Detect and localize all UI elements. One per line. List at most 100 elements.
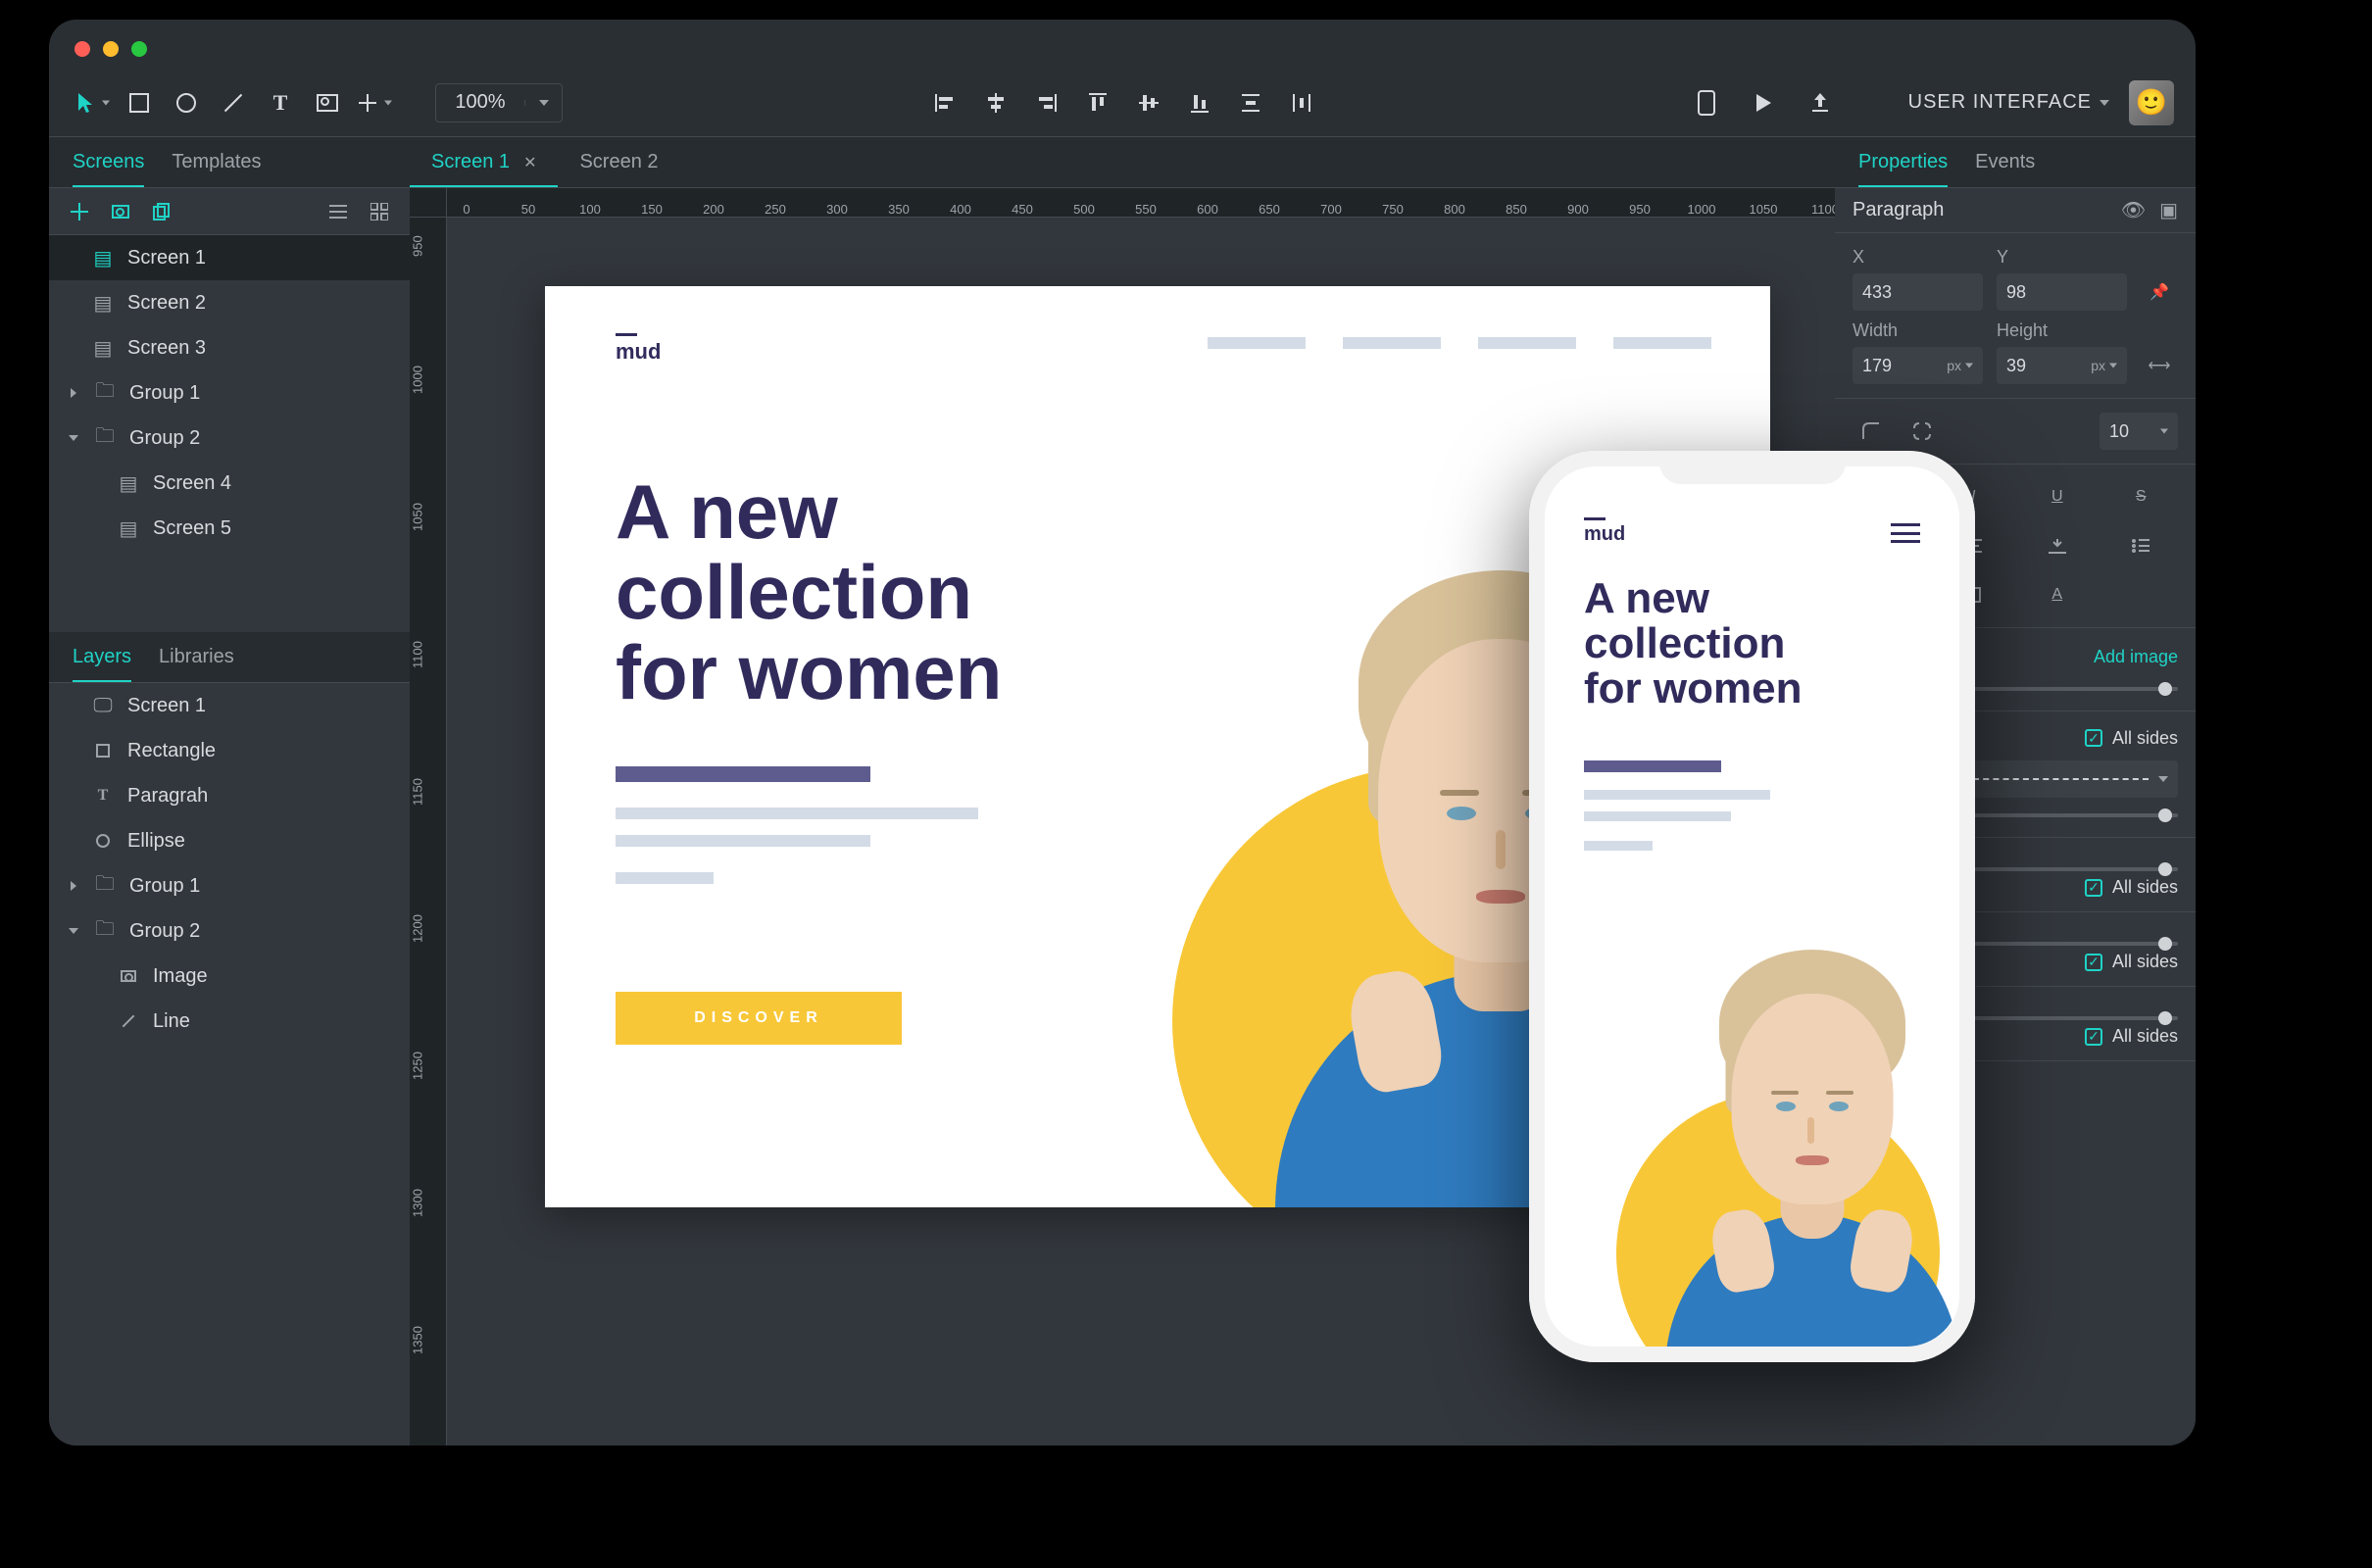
y-label: Y	[1997, 247, 2127, 268]
list-button[interactable]	[2104, 527, 2179, 564]
screen-item-screen4[interactable]: ▤Screen 4	[49, 461, 410, 506]
maximize-window-button[interactable]	[131, 41, 147, 57]
hero-cta-button: DISCOVER	[616, 992, 902, 1045]
layer-line[interactable]: Line	[49, 999, 410, 1044]
zoom-control[interactable]: 100%	[435, 83, 563, 122]
indent-button[interactable]	[2020, 527, 2095, 564]
file-icon: ▤	[118, 471, 139, 496]
layer-stack-button[interactable]: ▣	[2159, 198, 2178, 222]
tab-libraries[interactable]: Libraries	[159, 632, 234, 682]
tab-templates[interactable]: Templates	[172, 137, 261, 187]
folder-icon: 🗀	[94, 376, 116, 410]
layer-group-1[interactable]: 🗀Group 1	[49, 863, 410, 908]
cursor-tool[interactable]	[71, 81, 114, 124]
phone-screen: mud A new collection for women	[1545, 466, 1959, 1347]
height-unit-dropdown[interactable]: px	[2091, 358, 2117, 373]
chevron-right-icon[interactable]	[67, 881, 80, 891]
corner-radius-input[interactable]: 10	[2100, 413, 2178, 450]
align-center-v-button[interactable]	[1127, 81, 1170, 124]
align-right-button[interactable]	[1025, 81, 1068, 124]
hamburger-icon	[1891, 523, 1920, 543]
phone-preview: mud A new collection for women	[1529, 451, 1975, 1362]
zoom-value[interactable]: 100%	[436, 91, 524, 114]
width-input[interactable]: 179px	[1853, 347, 1983, 384]
align-bottom-button[interactable]	[1178, 81, 1221, 124]
layer-group-2[interactable]: 🗀Group 2	[49, 908, 410, 954]
tab-events[interactable]: Events	[1975, 137, 2035, 187]
screen-item-screen2[interactable]: ▤Screen 2	[49, 280, 410, 325]
grid-view-button[interactable]	[365, 197, 394, 226]
strikethrough-button[interactable]: S	[2104, 478, 2179, 515]
top-toolbar: T 100%	[49, 69, 2196, 137]
list-view-button[interactable]	[323, 197, 353, 226]
all-sides-checkbox-1[interactable]: ✓	[2085, 879, 2102, 897]
image-icon	[118, 970, 139, 982]
close-window-button[interactable]	[74, 41, 90, 57]
ellipse-icon	[176, 93, 196, 113]
height-input[interactable]: 39px	[1997, 347, 2127, 384]
all-sides-checkbox-3[interactable]: ✓	[2085, 1028, 2102, 1046]
file-icon: ▤	[92, 291, 114, 316]
screen-group-1[interactable]: 🗀Group 1	[49, 370, 410, 416]
plus-icon	[359, 94, 376, 112]
align-left-button[interactable]	[923, 81, 966, 124]
distribute-v-button[interactable]	[1229, 81, 1272, 124]
screen-item-screen1[interactable]: ▤Screen 1	[49, 235, 410, 280]
layer-paragraph[interactable]: TParagrah	[49, 773, 410, 818]
phone-hero-logo: mud	[1584, 517, 1625, 546]
link-dimensions-button[interactable]: ⟷	[2141, 347, 2178, 384]
minimize-window-button[interactable]	[103, 41, 119, 57]
hero-logo: mud	[616, 333, 661, 365]
doc-tab-screen1[interactable]: Screen 1 ✕	[410, 137, 558, 187]
phone-notch	[1659, 451, 1846, 484]
underline-button[interactable]: U	[2020, 478, 2095, 515]
project-name-dropdown[interactable]: USER INTERFACE	[1908, 91, 2109, 114]
fill-all-sides-checkbox[interactable]: ✓	[2085, 729, 2102, 747]
layer-image[interactable]: Image	[49, 954, 410, 999]
text-color-button[interactable]: A	[2020, 576, 2095, 613]
chevron-right-icon[interactable]	[67, 388, 80, 398]
play-preview-button[interactable]	[1742, 81, 1785, 124]
independent-corners-button[interactable]	[1903, 413, 1941, 450]
image-icon	[112, 205, 129, 219]
chevron-down-icon[interactable]	[67, 928, 80, 934]
plus-icon	[71, 203, 88, 220]
line-tool[interactable]	[212, 81, 255, 124]
pin-position-button[interactable]: 📌	[2141, 273, 2178, 311]
all-sides-checkbox-2[interactable]: ✓	[2085, 954, 2102, 971]
add-tool[interactable]	[353, 81, 396, 124]
tab-layers[interactable]: Layers	[73, 632, 131, 682]
new-screen-button[interactable]	[65, 197, 94, 226]
device-preview-button[interactable]	[1685, 81, 1728, 124]
layer-ellipse[interactable]: Ellipse	[49, 818, 410, 863]
add-image-link[interactable]: Add image	[2094, 647, 2178, 667]
new-image-screen-button[interactable]	[106, 197, 135, 226]
close-tab-button[interactable]: ✕	[523, 153, 536, 172]
screen-item-screen5[interactable]: ▤Screen 5	[49, 506, 410, 551]
duplicate-screen-button[interactable]	[147, 197, 176, 226]
width-unit-dropdown[interactable]: px	[1947, 358, 1973, 373]
chevron-down-icon[interactable]	[67, 435, 80, 441]
upload-share-button[interactable]	[1799, 81, 1842, 124]
rectangle-tool[interactable]	[118, 81, 161, 124]
text-tool[interactable]: T	[259, 81, 302, 124]
tab-properties[interactable]: Properties	[1858, 137, 1948, 187]
x-input[interactable]: 433	[1853, 273, 1983, 311]
screen-group-2[interactable]: 🗀Group 2	[49, 416, 410, 461]
layer-rectangle[interactable]: Rectangle	[49, 728, 410, 773]
distribute-h-button[interactable]	[1280, 81, 1323, 124]
image-tool[interactable]	[306, 81, 349, 124]
user-avatar[interactable]: 🙂	[2129, 80, 2174, 125]
zoom-dropdown[interactable]	[524, 100, 562, 106]
y-input[interactable]: 98	[1997, 273, 2127, 311]
ellipse-tool[interactable]	[165, 81, 208, 124]
visibility-toggle[interactable]: 👁	[2121, 198, 2146, 222]
cursor-icon	[76, 92, 94, 114]
screen-item-screen3[interactable]: ▤Screen 3	[49, 325, 410, 370]
align-top-button[interactable]	[1076, 81, 1119, 124]
doc-tab-screen2[interactable]: Screen 2	[558, 137, 679, 187]
tab-screens[interactable]: Screens	[73, 137, 144, 187]
align-center-h-button[interactable]	[974, 81, 1017, 124]
layer-screen1[interactable]: 🖵Screen 1	[49, 683, 410, 728]
file-icon: ▤	[118, 516, 139, 541]
